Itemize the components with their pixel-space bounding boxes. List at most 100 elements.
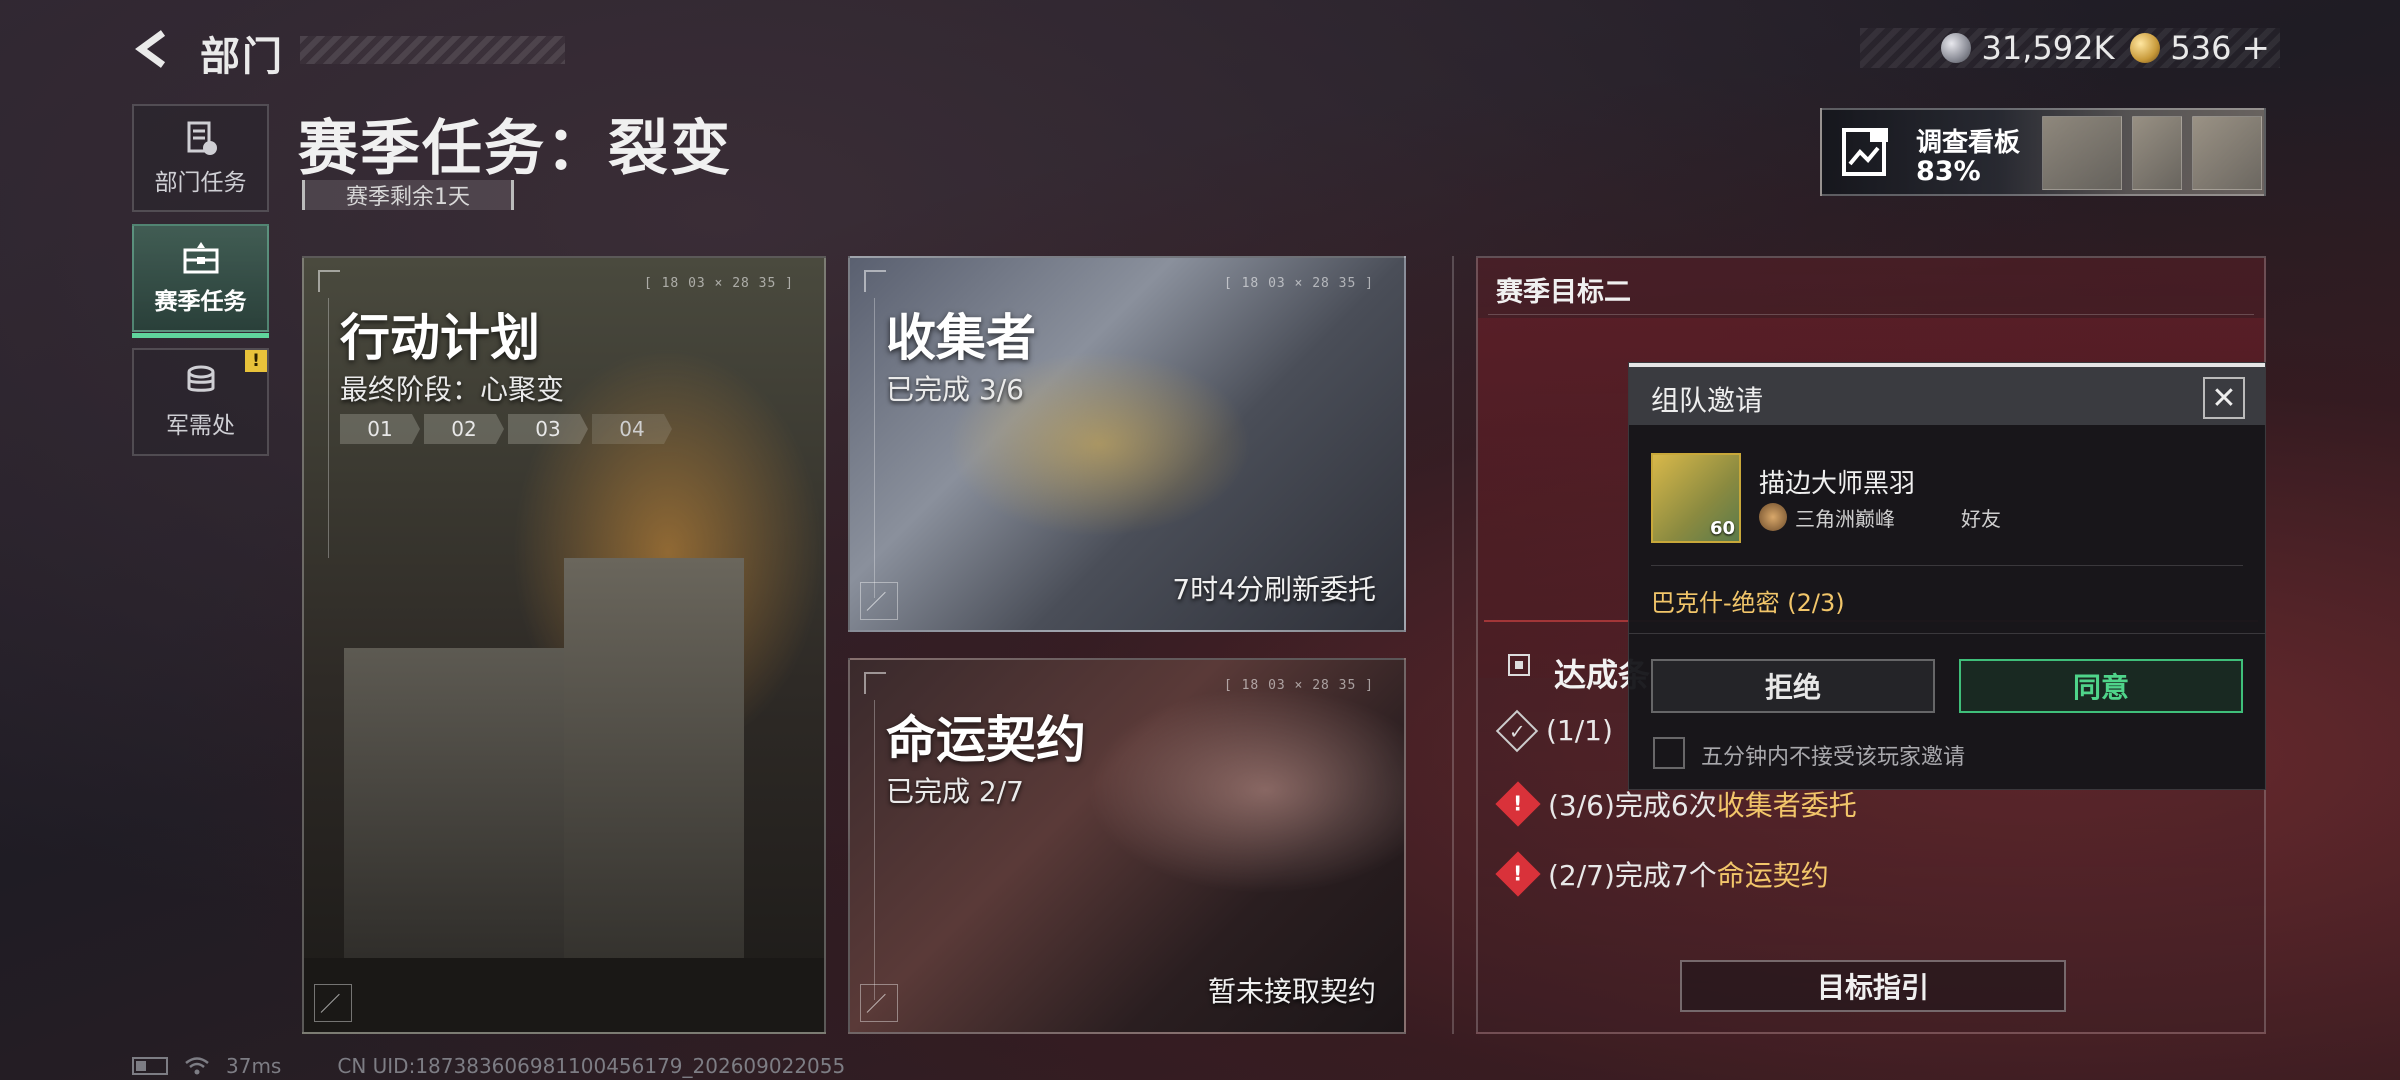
- accept-button[interactable]: 同意: [1959, 659, 2243, 713]
- stage-pill: 01: [340, 414, 420, 444]
- sidebar-item-season-tasks[interactable]: 赛季任务: [132, 224, 269, 338]
- board-title: 调查看板: [1916, 128, 2021, 158]
- objectives-title: 赛季目标二: [1496, 277, 1631, 308]
- action-plan-card[interactable]: [ 18 03 × 28 35 ] 行动计划 最终阶段：心聚变 01 02 03…: [302, 256, 826, 1034]
- player-level: 60: [1709, 518, 1735, 539]
- building-illustration: [564, 558, 744, 978]
- objective-highlight: 收集者委托: [1716, 789, 1857, 822]
- back-button[interactable]: [130, 26, 176, 72]
- silver-amount: 31,592K: [1981, 29, 2115, 67]
- avatar[interactable]: 60: [1651, 453, 1741, 543]
- title-decoration: [300, 36, 565, 64]
- divider: [1488, 314, 2254, 315]
- expand-icon: [860, 582, 898, 620]
- wifi-icon: [185, 1057, 209, 1075]
- card-subtitle: 已完成 3/6: [886, 373, 1024, 406]
- objective-row: ! (3/6)完成6次收集者委托: [1495, 781, 1857, 827]
- board-thumbnail: [2132, 116, 2182, 190]
- task-list-icon: [187, 121, 217, 155]
- divider: [1452, 256, 1454, 1034]
- back-arrow-icon: [135, 30, 166, 68]
- gold-currency[interactable]: 536 +: [2130, 28, 2270, 68]
- close-button[interactable]: ✕: [2203, 377, 2245, 419]
- stage-pill: 03: [508, 414, 588, 444]
- mute-invites-checkbox[interactable]: [1653, 737, 1685, 769]
- gold-coin-icon: [2130, 33, 2161, 63]
- card-status: 7时4分刷新委托: [1172, 573, 1376, 606]
- warning-icon: !: [1495, 851, 1541, 897]
- card-title: 命运契约: [886, 711, 1086, 769]
- dialog-header: 组队邀请 ✕: [1629, 363, 2265, 425]
- objective-progress: (3/6): [1548, 789, 1615, 822]
- team-invite-dialog: 组队邀请 ✕ 60 描边大师黑羽 三角洲巅峰 好友 巴克什-绝密 (2/3) 拒…: [1628, 362, 2266, 790]
- divider: [1651, 565, 2243, 566]
- player-rank: 三角洲巅峰: [1795, 507, 1895, 531]
- stage-pill-current: 04: [592, 414, 672, 444]
- briefcase-icon: [183, 242, 218, 274]
- card-subtitle: 已完成 2/7: [886, 775, 1024, 808]
- collector-card[interactable]: [ 18 03 × 28 35 ] 收集者 已完成 3/6 7时4分刷新委托: [848, 256, 1406, 632]
- decline-button[interactable]: 拒绝: [1651, 659, 1935, 713]
- board-thumbnail: [2192, 116, 2262, 190]
- objective-progress: (1/1): [1546, 714, 1613, 747]
- currency-bar: 31,592K 536 +: [1860, 28, 2280, 68]
- condition-icon: [1508, 654, 1530, 676]
- user-uid: CN UID:18738360698110045​6179_2026090220…: [337, 1054, 846, 1078]
- card-corner-decoration: [864, 270, 886, 292]
- divider: [1629, 633, 2265, 634]
- silver-currency: 31,592K: [1941, 29, 2114, 67]
- card-subtitle: 最终阶段：心聚变: [340, 373, 565, 406]
- objective-row: ✓ (1/1): [1495, 709, 1613, 752]
- expand-icon: [314, 984, 352, 1022]
- add-currency-button[interactable]: +: [2242, 28, 2271, 68]
- objective-progress: (2/7): [1548, 859, 1615, 892]
- card-code: [ 18 03 × 28 35 ]: [1223, 276, 1374, 291]
- season-remaining-badge: 赛季剩余1天: [302, 180, 514, 210]
- notification-badge: !: [245, 350, 267, 372]
- close-icon: ✕: [2211, 380, 2237, 416]
- warning-icon: !: [1495, 781, 1541, 827]
- card-code: [ 18 03 × 28 35 ]: [643, 276, 794, 291]
- card-line-decoration: [328, 298, 329, 558]
- battery-icon: [132, 1057, 168, 1075]
- status-footer: 37ms CN UID:18738360698110045​6179_20260…: [132, 1054, 845, 1078]
- board-progress: 83%: [1916, 156, 1981, 187]
- stage-pill: 02: [424, 414, 504, 444]
- rank-icon: [1759, 503, 1787, 531]
- card-title: 收集者: [886, 309, 1036, 367]
- objective-text: 完成6次: [1614, 789, 1717, 822]
- card-corner-decoration: [318, 270, 340, 292]
- invite-mode: 巴克什-绝密 (2/3): [1651, 589, 1845, 617]
- player-name: 描边大师黑羽: [1759, 469, 1916, 499]
- card-line-decoration: [874, 700, 875, 1000]
- investigation-board-button[interactable]: 调查看板 83%: [1820, 108, 2266, 196]
- silver-coin-icon: [1941, 33, 1972, 63]
- objective-highlight: 命运契约: [1716, 859, 1829, 892]
- card-corner-decoration: [864, 672, 886, 694]
- dialog-title: 组队邀请: [1651, 384, 1764, 417]
- check-icon: ✓: [1495, 709, 1539, 752]
- gold-amount: 536: [2170, 29, 2232, 67]
- fate-contract-card[interactable]: [ 18 03 × 28 35 ] 命运契约 已完成 2/7 暂未接取契约: [848, 658, 1406, 1034]
- sidebar-item-quartermaster[interactable]: ! 军需处: [132, 348, 269, 456]
- stage-progress: 01 02 03 04: [340, 414, 672, 444]
- season-title: 赛季任务：裂变: [298, 114, 732, 184]
- board-icon: [1842, 128, 1888, 176]
- ping-value: 37ms: [226, 1054, 282, 1078]
- sidebar-item-label: 赛季任务: [154, 289, 247, 315]
- sidebar-item-label: 军需处: [166, 413, 235, 439]
- board-thumbnail: [2042, 116, 2122, 190]
- mute-invites-label: 五分钟内不接受该玩家邀请: [1701, 745, 1966, 770]
- sidebar-item-department-tasks[interactable]: 部门任务: [132, 104, 269, 212]
- coin-stack-icon: [187, 365, 214, 392]
- objective-guide-button[interactable]: 目标指引: [1680, 960, 2066, 1012]
- card-title: 行动计划: [340, 309, 540, 367]
- card-code: [ 18 03 × 28 35 ]: [1223, 678, 1374, 693]
- objective-row: ! (2/7)完成7个命运契约: [1495, 851, 1829, 897]
- sidebar-item-label: 部门任务: [154, 170, 247, 196]
- relation-tag: 好友: [1961, 507, 2001, 531]
- card-status: 暂未接取契约: [1207, 975, 1376, 1008]
- ground-illustration: [304, 958, 824, 1032]
- objective-text: 完成7个: [1614, 859, 1717, 892]
- card-line-decoration: [874, 298, 875, 598]
